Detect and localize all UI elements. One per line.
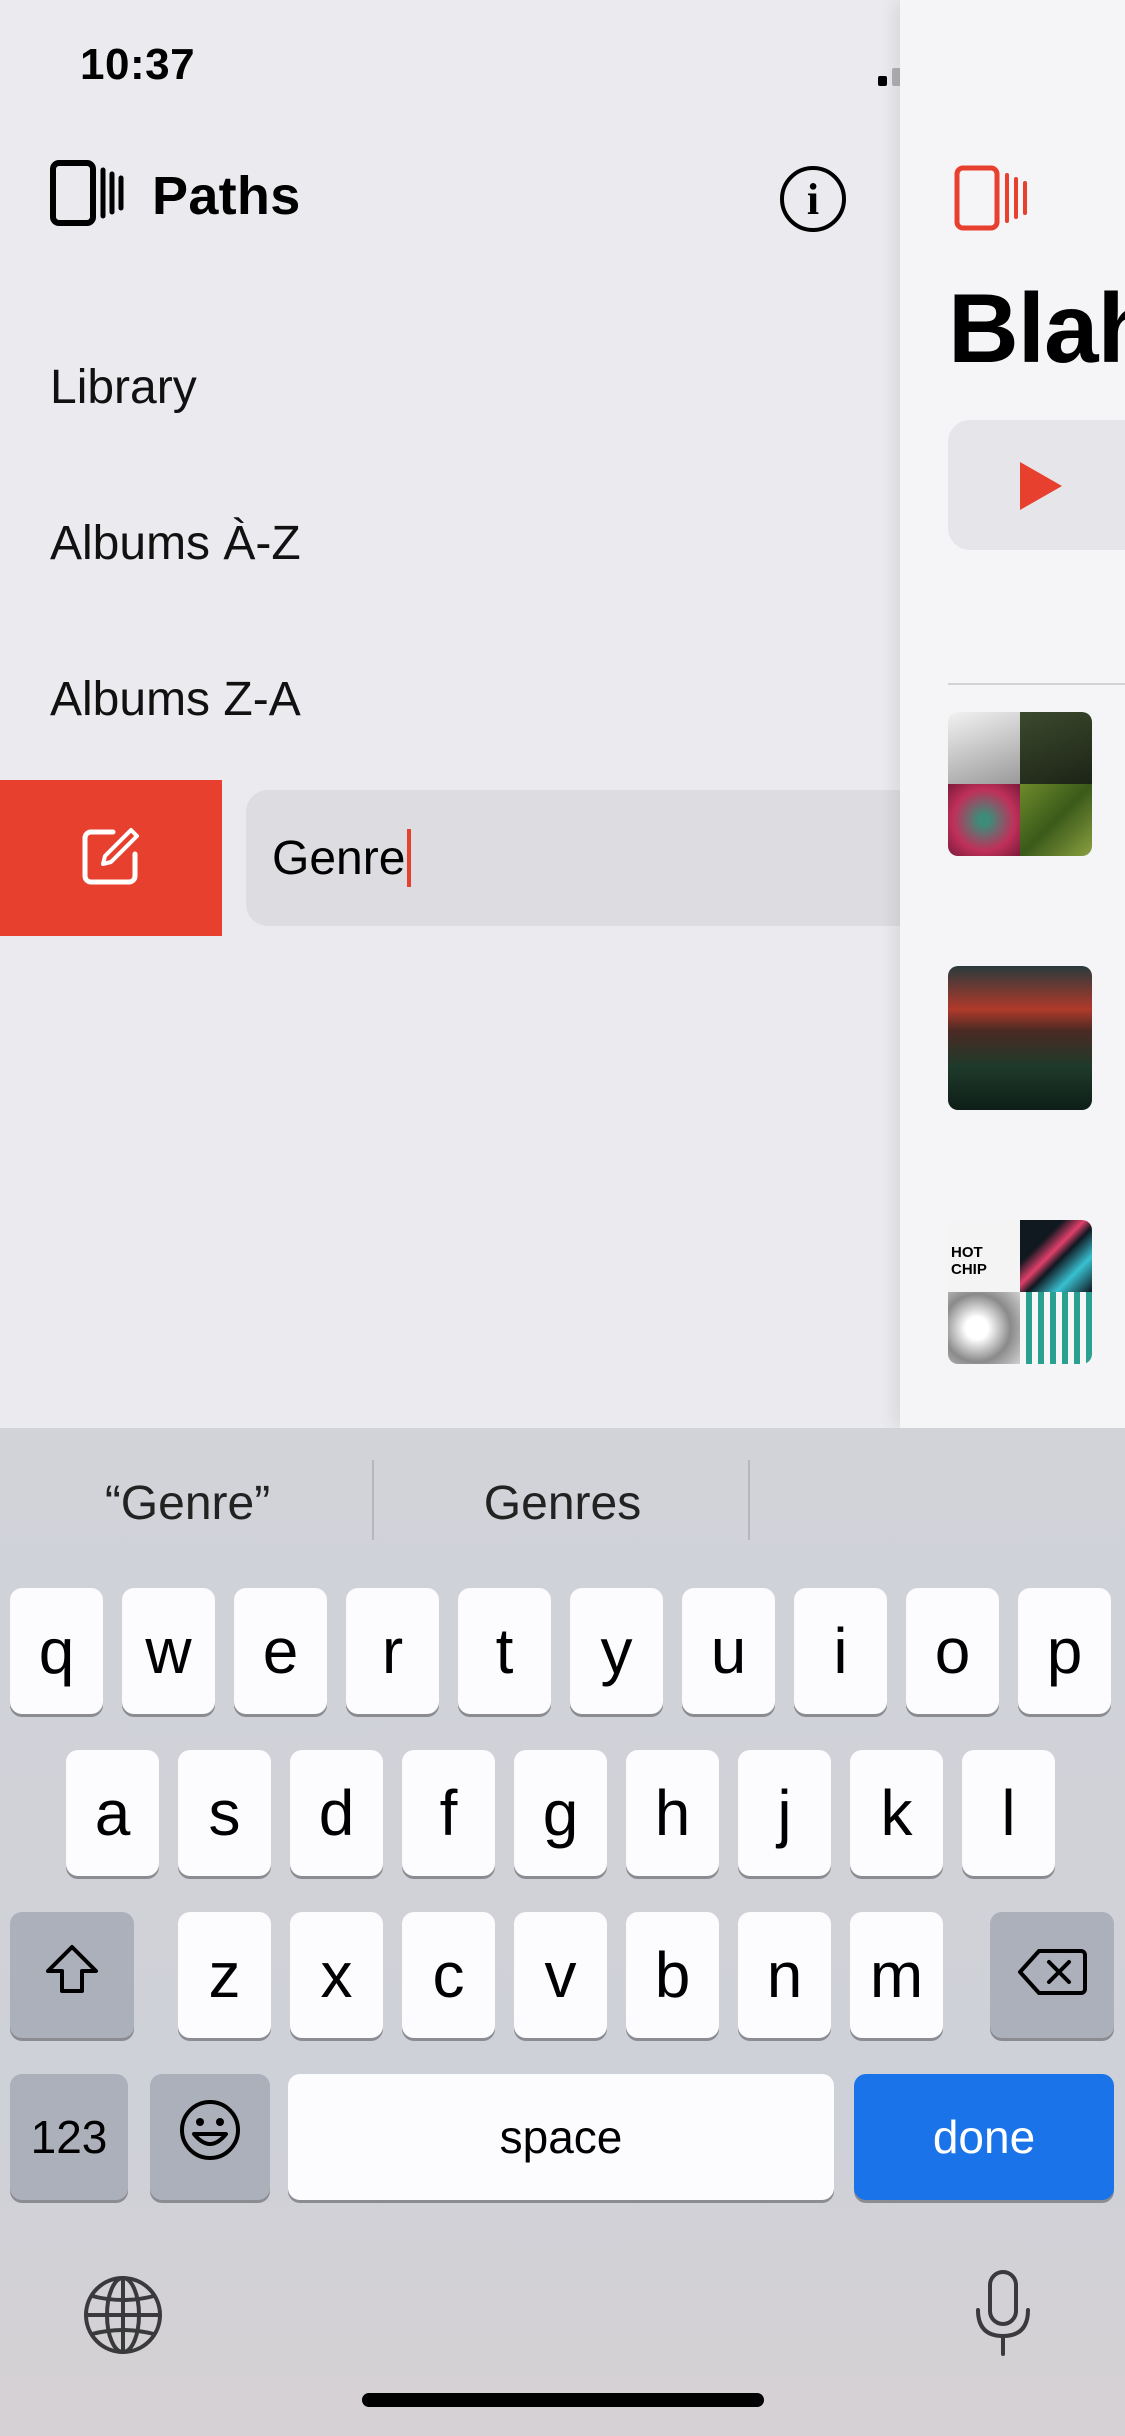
page-title: Paths bbox=[152, 165, 301, 226]
key-e[interactable]: e bbox=[234, 1588, 327, 1714]
sidebar-header: Paths bbox=[50, 160, 301, 231]
text-cursor bbox=[407, 829, 412, 887]
detail-panel[interactable]: Blah HOT CHIP bbox=[900, 0, 1125, 1428]
key-r[interactable]: r bbox=[346, 1588, 439, 1714]
album-artwork[interactable]: HOT CHIP bbox=[948, 1220, 1092, 1364]
paths-logo-red-icon[interactable] bbox=[954, 165, 1030, 236]
divider bbox=[948, 683, 1125, 685]
key-j[interactable]: j bbox=[738, 1750, 831, 1876]
album-artwork[interactable] bbox=[948, 966, 1092, 1110]
delete-key[interactable] bbox=[990, 1912, 1114, 2038]
detail-title: Blah bbox=[948, 273, 1125, 383]
info-icon[interactable]: i bbox=[780, 166, 846, 232]
compose-icon bbox=[79, 824, 143, 893]
key-y[interactable]: y bbox=[570, 1588, 663, 1714]
path-name-input[interactable]: Genre bbox=[246, 790, 900, 926]
suggestion-quoted[interactable]: “Genre” bbox=[0, 1476, 375, 1531]
key-z[interactable]: z bbox=[178, 1912, 271, 2038]
path-item-albums-a-z[interactable]: Albums À-Z bbox=[50, 516, 301, 571]
key-w[interactable]: w bbox=[122, 1588, 215, 1714]
key-p[interactable]: p bbox=[1018, 1588, 1111, 1714]
path-item-editing: Genre bbox=[0, 780, 900, 936]
key-q[interactable]: q bbox=[10, 1588, 103, 1714]
numbers-key[interactable]: 123 bbox=[10, 2074, 128, 2200]
emoji-icon bbox=[178, 2098, 242, 2177]
suggestion-divider bbox=[748, 1460, 750, 1540]
done-key[interactable]: done bbox=[854, 2074, 1114, 2200]
key-f[interactable]: f bbox=[402, 1750, 495, 1876]
shift-key[interactable] bbox=[10, 1912, 134, 2038]
delete-icon bbox=[1017, 1938, 1087, 2012]
album-artwork[interactable] bbox=[948, 712, 1092, 856]
microphone-icon[interactable] bbox=[970, 2268, 1036, 2365]
key-h[interactable]: h bbox=[626, 1750, 719, 1876]
key-t[interactable]: t bbox=[458, 1588, 551, 1714]
key-c[interactable]: c bbox=[402, 1912, 495, 2038]
key-u[interactable]: u bbox=[682, 1588, 775, 1714]
key-m[interactable]: m bbox=[850, 1912, 943, 2038]
key-o[interactable]: o bbox=[906, 1588, 999, 1714]
play-icon bbox=[1020, 462, 1062, 510]
key-x[interactable]: x bbox=[290, 1912, 383, 2038]
key-a[interactable]: a bbox=[66, 1750, 159, 1876]
key-s[interactable]: s bbox=[178, 1750, 271, 1876]
status-time: 10:37 bbox=[80, 40, 196, 89]
key-d[interactable]: d bbox=[290, 1750, 383, 1876]
play-button[interactable] bbox=[948, 420, 1125, 550]
path-name-value: Genre bbox=[272, 831, 406, 885]
home-indicator[interactable] bbox=[362, 2393, 764, 2407]
path-item-albums-z-a[interactable]: Albums Z-A bbox=[50, 672, 301, 727]
key-g[interactable]: g bbox=[514, 1750, 607, 1876]
key-i[interactable]: i bbox=[794, 1588, 887, 1714]
suggestion-genres[interactable]: Genres bbox=[375, 1476, 750, 1531]
emoji-key[interactable] bbox=[150, 2074, 270, 2200]
keyboard: “Genre” Genres q w e r t y u i o p a s d… bbox=[0, 1428, 1125, 2436]
suggestion-divider bbox=[372, 1460, 374, 1540]
suggestion-bar: “Genre” Genres bbox=[0, 1428, 1125, 1584]
space-key[interactable]: space bbox=[288, 2074, 834, 2200]
shift-icon bbox=[42, 1938, 102, 2012]
key-n[interactable]: n bbox=[738, 1912, 831, 2038]
paths-logo-icon bbox=[50, 160, 126, 231]
key-k[interactable]: k bbox=[850, 1750, 943, 1876]
path-item-library[interactable]: Library bbox=[50, 360, 197, 415]
paths-sidebar: 10:37 Paths i Library Albums À-Z Albums … bbox=[0, 0, 900, 1428]
edit-button[interactable] bbox=[0, 780, 222, 936]
key-l[interactable]: l bbox=[962, 1750, 1055, 1876]
key-b[interactable]: b bbox=[626, 1912, 719, 2038]
globe-icon[interactable] bbox=[82, 2274, 164, 2361]
key-v[interactable]: v bbox=[514, 1912, 607, 2038]
